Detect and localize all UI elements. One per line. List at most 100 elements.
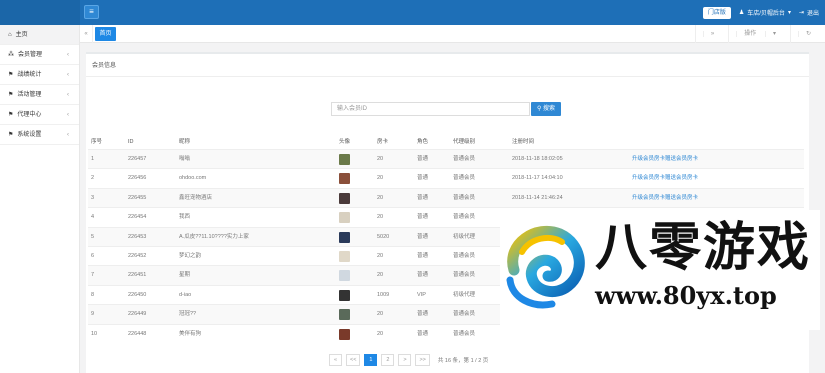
tab-scroll-left-button[interactable]: «: [80, 25, 93, 43]
table-cell: d-iao: [179, 291, 192, 298]
column-header: 房卡: [377, 139, 389, 145]
chevron-left-icon: ‹: [67, 71, 69, 78]
table-cell: 普通: [417, 214, 429, 221]
table-cell: 嗡嗡: [179, 156, 191, 162]
table-cell: 226448: [128, 330, 147, 337]
table-cell: 226455: [128, 194, 147, 201]
tab-scroll-right-button[interactable]: »: [694, 25, 728, 43]
chevron-down-icon: ▾: [787, 10, 791, 16]
pagination-info: 共 16 条，第 1 / 2 页: [437, 358, 489, 364]
table-cell: 普通会员: [453, 330, 476, 337]
table-cell: 普通会员: [453, 311, 476, 318]
row-action-link[interactable]: 升级会员房卡赠送会员房卡: [632, 169, 698, 188]
table-cell: 普通: [417, 330, 429, 337]
column-header: ID: [128, 139, 134, 145]
sidebar-item-agents[interactable]: ⚑ 代理中心 ‹: [0, 105, 79, 125]
page-button[interactable]: 1: [364, 354, 378, 366]
first-page-button[interactable]: «: [329, 354, 342, 366]
chevron-down-icon: ▾: [764, 31, 783, 37]
avatar: [339, 154, 350, 165]
sidebar-item-activities[interactable]: ⚑ 活动管理 ‹: [0, 85, 79, 105]
flag-icon: ⚑: [8, 91, 14, 98]
watermark-url: www.80yx.top: [595, 281, 777, 310]
divider: [86, 76, 809, 77]
table-cell: 普通会员: [453, 252, 476, 259]
search-button[interactable]: ⚲ 搜索: [531, 102, 561, 116]
page-button[interactable]: 2: [381, 354, 395, 366]
table-cell: 9: [91, 311, 95, 318]
sidebar-item-settings[interactable]: ⚑ 系统设置 ‹: [0, 125, 79, 145]
prev-page-button[interactable]: <<: [346, 354, 361, 366]
table-cell: 6: [91, 252, 95, 259]
sidebar-item-label: 主页: [15, 31, 28, 38]
table-cell: 7: [91, 272, 95, 279]
users-icon: ⁂: [8, 51, 14, 58]
table-cell: VIP: [417, 291, 426, 298]
watermark-title: 八零游戏: [595, 218, 812, 278]
table-cell: 10: [91, 330, 98, 337]
table-cell: 2018-11-18 18:02:05: [512, 156, 563, 162]
tab-home[interactable]: 首页: [95, 27, 116, 41]
sidebar: ⌂ 主页 ⁂ 会员管理 ‹ ⚑ 战绩统计 ‹ ⚑ 活动管理 ‹ ⚑ 代理中心 ‹…: [0, 25, 80, 373]
logout-button[interactable]: ⇥ 退出: [799, 8, 819, 17]
table-cell: 5020: [377, 233, 390, 240]
table-cell: 226450: [128, 291, 147, 298]
table-cell: 普通会员: [453, 156, 476, 162]
brand-area: [0, 0, 80, 25]
table-cell: 2: [91, 175, 95, 182]
tab-actions-dropdown[interactable]: 操作 ▾: [728, 25, 790, 43]
search-icon: ⚲: [536, 106, 542, 112]
store-version-button[interactable]: 门店版: [702, 6, 731, 19]
table-cell: 普通: [417, 175, 429, 182]
sidebar-item-label: 战绩统计: [17, 71, 42, 78]
table-cell: 2018-11-14 21:46:24: [512, 194, 563, 201]
table-cell: 226456: [128, 175, 147, 182]
table-cell: 普通: [417, 233, 429, 240]
double-chevron-right-icon: »: [702, 31, 722, 37]
sidebar-item-home[interactable]: ⌂ 主页: [0, 25, 79, 45]
table-cell: 1: [91, 156, 95, 162]
table-cell: 20: [377, 272, 384, 279]
table-cell: 226457: [128, 156, 147, 162]
table-cell: 普通: [417, 252, 429, 259]
logout-label: 退出: [806, 11, 819, 17]
table-cell: 星期: [179, 272, 191, 279]
avatar: [339, 173, 350, 185]
table-cell: 普通会员: [453, 175, 476, 182]
table-cell: 初级代理: [453, 233, 476, 240]
column-header: 角色: [417, 139, 429, 145]
chevron-left-icon: ‹: [67, 91, 69, 98]
search-button-label: 搜索: [543, 106, 556, 112]
table-cell: 3: [91, 194, 95, 201]
table-cell: 2018-11-17 14:04:10: [512, 175, 563, 182]
table-cell: 1009: [377, 291, 390, 298]
panel-title: 会员信息: [92, 63, 117, 69]
sidebar-item-stats[interactable]: ⚑ 战绩统计 ‹: [0, 65, 79, 85]
column-header: 序号: [91, 139, 103, 145]
refresh-button[interactable]: ↻: [789, 25, 825, 43]
search-input[interactable]: 输入会员ID: [331, 102, 530, 116]
watermark: 八零游戏 www.80yx.top: [500, 210, 820, 330]
table-header: 序号 ID 昵称 头像 房卡 角色 代理级别 注册时间: [88, 136, 804, 149]
sidebar-item-label: 代理中心: [17, 111, 42, 118]
table-cell: 鑫旺宠物酒店: [179, 194, 213, 201]
menu-toggle-button[interactable]: ≡: [84, 5, 99, 19]
column-header: 头像: [339, 139, 351, 145]
sidebar-item-members[interactable]: ⁂ 会员管理 ‹: [0, 45, 79, 65]
last-page-button[interactable]: >>: [415, 354, 430, 366]
refresh-icon: ↻: [797, 31, 818, 37]
table-cell: 普通会员: [453, 194, 476, 201]
avatar: [339, 270, 350, 282]
row-action-link[interactable]: 升级会员房卡赠送会员房卡: [632, 150, 698, 169]
row-action-link[interactable]: 升级会员房卡赠送会员房卡: [632, 189, 698, 208]
table-cell: 初级代理: [453, 291, 476, 298]
column-header: 昵称: [179, 139, 191, 145]
table-row: 3 226455 鑫旺宠物酒店 20 普通 普通会员 2018-11-14 21:46:24…: [88, 187, 804, 208]
next-page-button[interactable]: >: [398, 354, 412, 366]
menu-icon: ≡: [89, 7, 94, 16]
table-cell: 226451: [128, 272, 147, 279]
avatar: [339, 250, 350, 262]
sidebar-item-label: 会员管理: [18, 51, 43, 58]
user-icon: ♟: [738, 10, 745, 16]
user-menu[interactable]: ♟ 车店/贝帽后台 ▾: [739, 8, 791, 17]
